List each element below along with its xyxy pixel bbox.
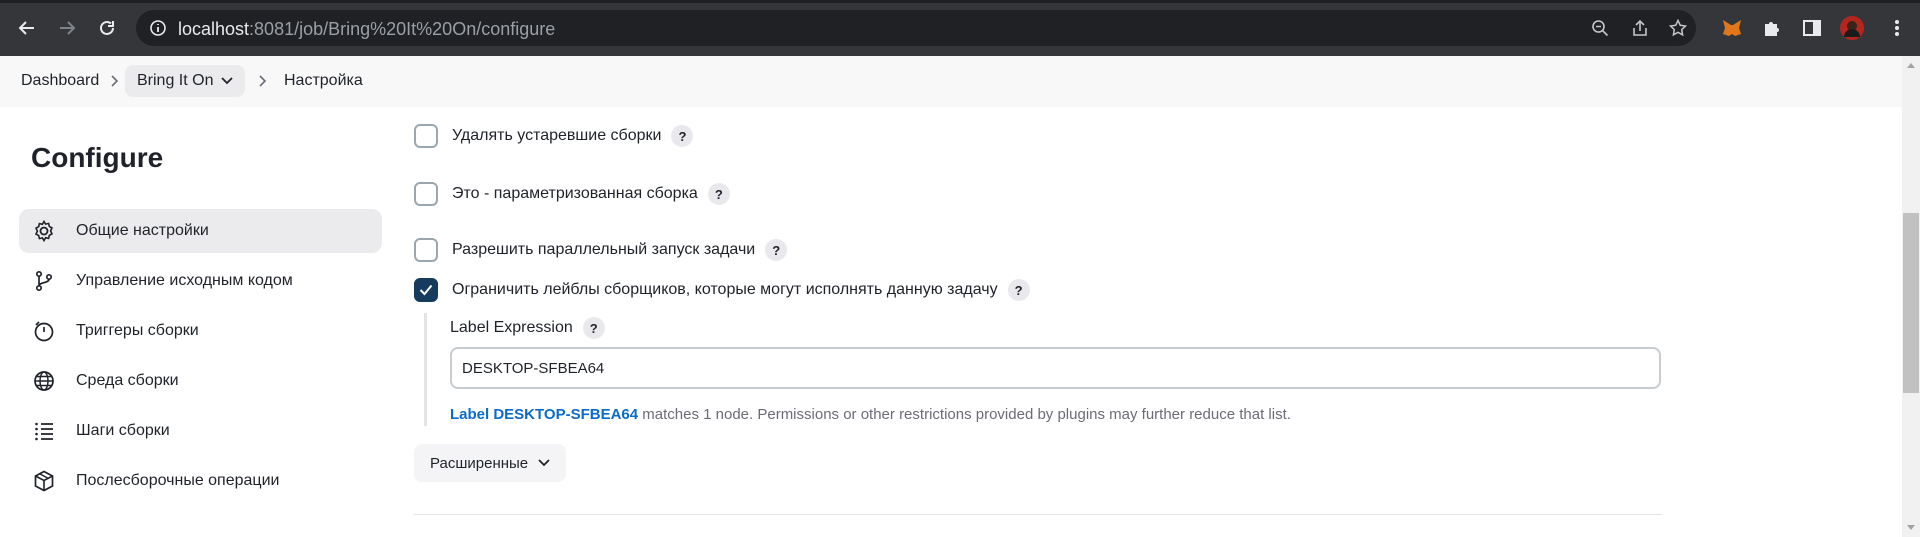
sidebar-item-environment[interactable]: Среда сборки: [19, 359, 382, 403]
restrict-label-checkbox[interactable]: [414, 278, 438, 302]
cube-icon: [31, 468, 57, 494]
label-expression-label: Label Expression: [450, 319, 573, 336]
label-link[interactable]: Label DESKTOP-SFBEA64: [450, 406, 638, 423]
advanced-button[interactable]: Расширенные: [414, 444, 567, 482]
help-icon[interactable]: ?: [582, 317, 605, 339]
breadcrumb-job[interactable]: Bring It On: [125, 65, 246, 97]
parameterized-build-checkbox[interactable]: [414, 182, 438, 206]
browser-menu-icon[interactable]: [1885, 16, 1909, 40]
sidebar-item-label: Послесборочные операции: [76, 472, 280, 489]
zoom-icon[interactable]: [1590, 18, 1610, 38]
help-icon[interactable]: ?: [707, 183, 730, 205]
git-branch-icon: [31, 268, 57, 294]
breadcrumb: Dashboard Bring It On Настройка: [0, 56, 1902, 107]
help-icon[interactable]: ?: [1007, 279, 1030, 301]
profile-avatar[interactable]: [1840, 16, 1864, 40]
reload-icon: [100, 20, 114, 35]
nested-section-bar: [424, 313, 427, 426]
scrollbar-thumb[interactable]: [1903, 213, 1919, 393]
option-label: Это - параметризованная сборка: [452, 185, 698, 202]
breadcrumb-configure: Настройка: [284, 72, 363, 89]
address-bar[interactable]: localhost:8081/job/Bring%20It%20On/confi…: [136, 10, 1696, 46]
option-label: Разрешить параллельный запуск задачи: [452, 241, 756, 258]
url-text: localhost:8081/job/Bring%20It%20On/confi…: [178, 19, 556, 39]
label-expression-input[interactable]: DESKTOP-SFBEA64: [450, 347, 1661, 389]
sidebar-item-build-steps[interactable]: Шаги сборки: [19, 409, 382, 453]
sidebar-title: Configure: [31, 142, 164, 173]
breadcrumb-job-label: Bring It On: [137, 72, 214, 89]
tab-strip: [0, 0, 1920, 3]
concurrent-builds-checkbox[interactable]: [414, 238, 438, 262]
chevron-down-icon: [538, 459, 550, 467]
option-discard-old-builds: Удалять устаревшие сборки ?: [414, 124, 694, 148]
sidebar-item-label: Общие настройки: [76, 222, 209, 239]
list-icon: [31, 418, 57, 444]
sidebar-item-label: Шаги сборки: [76, 422, 170, 439]
side-panel-icon[interactable]: [1800, 16, 1824, 40]
discard-old-builds-checkbox[interactable]: [414, 124, 438, 148]
label-expression-title: Label Expression ?: [450, 317, 605, 339]
chevron-right-icon: [259, 75, 267, 87]
help-icon[interactable]: ?: [765, 239, 788, 261]
scroll-up-arrow-icon[interactable]: [1903, 58, 1919, 72]
section-divider: [414, 514, 1662, 515]
option-label: Ограничить лейблы сборщиков, которые мог…: [452, 281, 998, 298]
option-restrict-label: Ограничить лейблы сборщиков, которые мог…: [414, 278, 1030, 302]
label-match-text: matches 1 node. Permissions or other res…: [638, 406, 1291, 423]
metamask-fox-icon[interactable]: [1720, 16, 1744, 40]
checkmark-icon: [419, 284, 433, 296]
bookmark-star-icon[interactable]: [1668, 18, 1688, 38]
label-match-info: Label DESKTOP-SFBEA64 matches 1 node. Pe…: [450, 406, 1291, 423]
sidebar-item-post-build[interactable]: Послесборочные операции: [19, 459, 382, 503]
option-concurrent-builds: Разрешить параллельный запуск задачи ?: [414, 238, 788, 262]
sidebar-item-general[interactable]: Общие настройки: [19, 209, 382, 253]
arrow-left-icon: [18, 21, 34, 35]
arrow-right-icon: [60, 21, 76, 35]
option-parameterized-build: Это - параметризованная сборка ?: [414, 182, 730, 206]
extensions-puzzle-icon[interactable]: [1760, 16, 1784, 40]
share-icon[interactable]: [1630, 18, 1650, 38]
forward-button[interactable]: [53, 14, 81, 42]
reload-button[interactable]: [93, 14, 121, 42]
sidebar-item-scm[interactable]: Управление исходным кодом: [19, 259, 382, 303]
chevron-right-icon: [111, 75, 119, 87]
help-icon[interactable]: ?: [671, 125, 694, 147]
sidebar-item-triggers[interactable]: Триггеры сборки: [19, 309, 382, 353]
scroll-down-arrow-icon[interactable]: [1903, 521, 1919, 535]
chevron-down-icon: [221, 77, 234, 85]
sidebar-item-label: Среда сборки: [76, 372, 179, 389]
sidebar-item-label: Управление исходным кодом: [76, 272, 293, 289]
breadcrumb-dashboard[interactable]: Dashboard: [21, 72, 99, 90]
globe-icon: [31, 368, 57, 394]
browser-toolbar: localhost:8081/job/Bring%20It%20On/confi…: [0, 0, 1920, 56]
advanced-button-label: Расширенные: [430, 454, 529, 472]
timer-icon: [31, 318, 57, 344]
site-info-icon[interactable]: [148, 18, 168, 38]
back-button[interactable]: [13, 14, 41, 42]
sidebar-item-label: Триггеры сборки: [76, 322, 199, 339]
gear-icon: [31, 218, 57, 244]
option-label: Удалять устаревшие сборки: [452, 127, 662, 144]
